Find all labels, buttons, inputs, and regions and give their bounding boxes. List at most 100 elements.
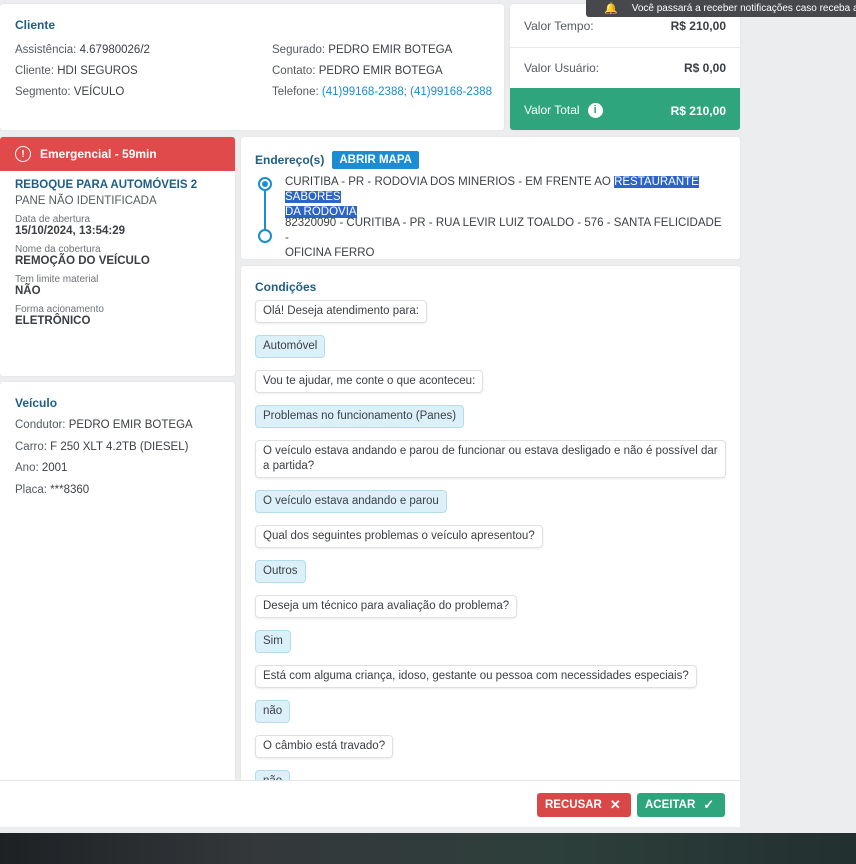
client-left-column: Assistência: 4.67980026/2 Cliente: HDI S… [15, 40, 150, 103]
valor-tempo-value: R$ 210,00 [670, 19, 726, 33]
answer-bubble: Problemas no funcionamento (Panes) [255, 405, 465, 428]
open-map-button[interactable]: ABRIR MAPA [332, 151, 419, 169]
origin-address-text: CURITIBA - PR - RODOVIA DOS MINERIOS - E… [285, 176, 615, 188]
emergency-badge: ! Emergencial - 59min [0, 137, 235, 171]
notification-text: Você passará a receber notificações caso… [631, 3, 856, 14]
answer-bubble: não [255, 700, 291, 723]
origin-address: CURITIBA - PR - RODOVIA DOS MINERIOS - E… [285, 175, 725, 220]
cobertura-label: Nome da cobertura [15, 244, 101, 255]
cliente-label: Cliente: [15, 65, 54, 77]
values-card: Valor Tempo: R$ 210,00 Valor Usuário: R$… [510, 4, 740, 130]
segmento-label: Segmento: [15, 86, 71, 98]
valor-usuario-row: Valor Usuário: R$ 0,00 [510, 48, 740, 88]
question-bubble: Vou te ajudar, me conte o que aconteceu: [255, 370, 484, 393]
route-line [264, 191, 266, 229]
origin-marker-icon [258, 177, 272, 191]
destination-marker-icon [258, 229, 272, 243]
segurado-label: Segurado: [272, 44, 326, 56]
client-right-column: Segurado: PEDRO EMIR BOTEGA Contato: PED… [272, 40, 492, 103]
forma-value: ELETRÔNICO [15, 315, 91, 327]
conditions-title: Condições [255, 280, 317, 294]
alert-icon: ! [15, 146, 31, 162]
telefone-link[interactable]: (41)99168-2388; (41)99168-2388 [322, 86, 492, 98]
assistencia-value: 4.67980026/2 [79, 44, 150, 56]
answer-bubble: Automóvel [255, 335, 326, 358]
notification-toast[interactable]: 🔔 Você passará a receber notificações ca… [586, 0, 856, 17]
check-icon: ✓ [703, 797, 715, 812]
carro-label: Carro: [15, 440, 47, 453]
answer-bubble: Outros [255, 560, 306, 583]
client-card: Cliente Assistência: 4.67980026/2 Client… [0, 4, 504, 130]
valor-total-label-group: Valor Total i [524, 102, 603, 119]
placa-label: Placa: [15, 483, 47, 496]
vehicle-title: Veículo [15, 396, 58, 410]
valor-total-label: Valor Total [524, 102, 580, 117]
close-icon: ✕ [609, 797, 621, 812]
question-bubble: O veículo estava andando e parou de func… [255, 440, 726, 478]
placa-row: Placa: ***8360 [15, 480, 220, 502]
info-icon[interactable]: i [587, 103, 603, 119]
service-details: REBOQUE PARA AUTOMÓVEIS 2 PANE NÃO IDENT… [0, 171, 235, 335]
answer-bubble: Sim [255, 630, 291, 653]
carro-value: F 250 XLT 4.2TB (DIESEL) [50, 440, 189, 453]
client-title: Cliente [15, 18, 56, 32]
data-abertura-label: Data de abertura [15, 214, 91, 225]
cliente-row: Cliente: HDI SEGUROS [15, 61, 150, 82]
refuse-label: RECUSAR [545, 799, 602, 811]
accept-label: ACEITAR [645, 799, 696, 811]
ano-label: Ano: [15, 462, 39, 474]
question-bubble: O câmbio está travado? [255, 735, 394, 758]
segurado-row: Segurado: PEDRO EMIR BOTEGA [272, 40, 492, 61]
vehicle-card: Veículo Condutor: PEDRO EMIR BOTEGA Carr… [0, 382, 235, 782]
cobertura-value: REMOÇÃO DO VEÍCULO [15, 255, 150, 267]
ano-value: 2001 [41, 462, 68, 474]
segmento-value: VEÍCULO [73, 86, 125, 98]
valor-total-row: Valor Total i R$ 210,00 [510, 88, 740, 130]
conditions-chat: Olá! Deseja atendimento para: Automóvel Vo… [255, 300, 726, 782]
action-footer: RECUSAR ✕ ACEITAR ✓ [0, 780, 740, 827]
service-subtitle: PANE NÃO IDENTIFICADA [15, 195, 157, 207]
contato-row: Contato: PEDRO EMIR BOTEGA [272, 61, 492, 82]
bell-icon: 🔔 [604, 3, 618, 15]
valor-usuario-value: R$ 0,00 [683, 61, 726, 75]
answer-bubble: O veículo estava andando e parou [255, 490, 447, 513]
segmento-row: Segmento: VEÍCULO [15, 82, 150, 103]
forma-label: Forma acionamento [15, 304, 104, 315]
limite-value: NÃO [15, 285, 41, 297]
telefone-row: Telefone: (41)99168-2388; (41)99168-2388 [272, 82, 492, 103]
condutor-value: PEDRO EMIR BOTEGA [68, 419, 193, 431]
valor-usuario-label: Valor Usuário: [524, 61, 600, 75]
accept-button[interactable]: ACEITAR ✓ [637, 793, 725, 817]
assistencia-label: Assistência: [15, 44, 77, 56]
address-title: Endereço(s) [255, 153, 325, 167]
carro-row: Carro: F 250 XLT 4.2TB (DIESEL) [15, 437, 220, 459]
destination-address: 82320090 - CURITIBA - PR - RUA LEVIR LUI… [285, 216, 725, 261]
valor-total-value: R$ 210,00 [670, 103, 726, 118]
conditions-card: Condições Olá! Deseja atendimento para: A… [241, 266, 740, 782]
data-abertura-value: 15/10/2024, 13:54:29 [15, 225, 125, 237]
address-card: Endereço(s) ABRIR MAPA CURITIBA - PR - R… [241, 137, 740, 259]
assistencia-row: Assistência: 4.67980026/2 [15, 40, 150, 61]
valor-tempo-label: Valor Tempo: [524, 19, 594, 33]
contato-label: Contato: [272, 65, 316, 77]
ano-row: Ano: 2001 [15, 458, 220, 480]
destination-address-line-1: 82320090 - CURITIBA - PR - RUA LEVIR LUI… [285, 217, 722, 244]
address-header: Endereço(s) ABRIR MAPA [255, 151, 726, 169]
service-title: REBOQUE PARA AUTOMÓVEIS 2 [15, 179, 198, 191]
placa-value: ***8360 [50, 483, 90, 496]
condutor-label: Condutor: [15, 419, 66, 431]
question-bubble: Qual dos seguintes problemas o veículo a… [255, 525, 543, 548]
contato-value: PEDRO EMIR BOTEGA [318, 65, 443, 77]
desktop-background [0, 833, 856, 864]
cliente-value: HDI SEGUROS [57, 65, 138, 77]
condutor-row: Condutor: PEDRO EMIR BOTEGA [15, 415, 220, 437]
limite-label: Tem limite material [15, 274, 99, 285]
service-card: ! Emergencial - 59min REBOQUE PARA AUTOM… [0, 137, 235, 376]
destination-address-line-2: OFICINA FERRO [285, 247, 375, 259]
refuse-button[interactable]: RECUSAR ✕ [537, 793, 631, 817]
telefone-label: Telefone: [272, 86, 319, 98]
route-timeline [258, 177, 272, 243]
question-bubble: Olá! Deseja atendimento para: [255, 300, 427, 323]
question-bubble: Está com alguma criança, idoso, gestante… [255, 665, 697, 688]
emergency-label: Emergencial - 59min [40, 147, 157, 161]
